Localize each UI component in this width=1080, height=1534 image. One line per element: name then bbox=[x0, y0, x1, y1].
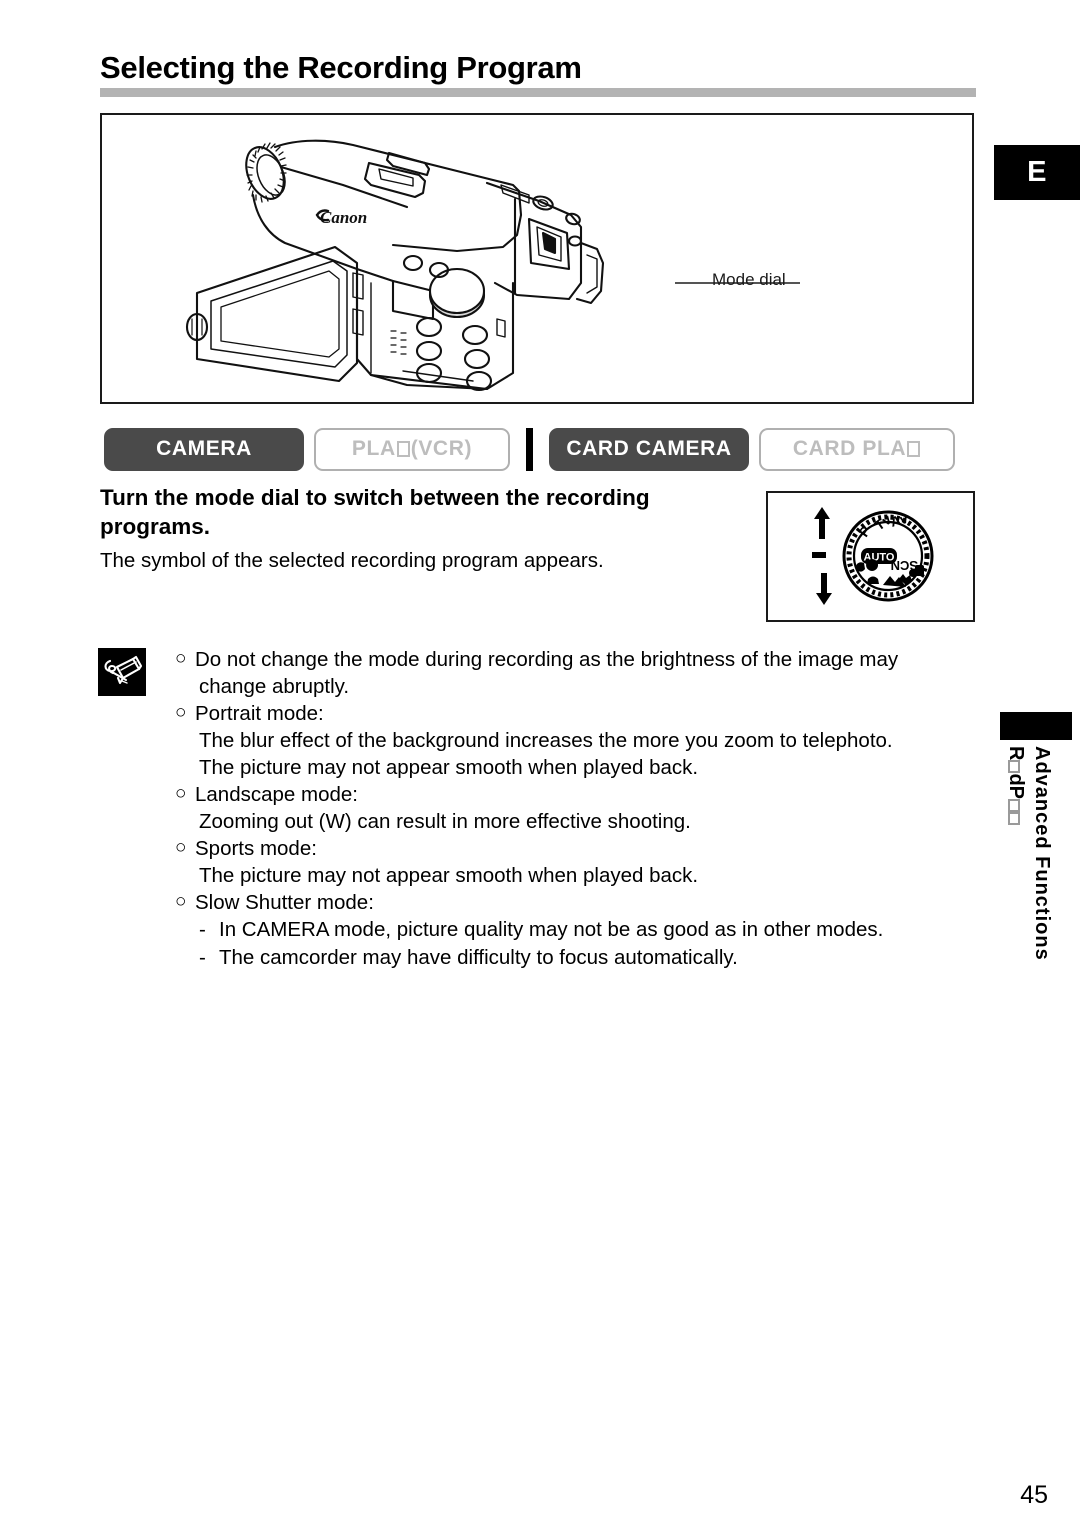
title-underline-rule bbox=[100, 88, 976, 97]
mode-tab-camera[interactable]: CAMERA bbox=[104, 427, 304, 471]
side-tab-sub-pre: R bbox=[1005, 746, 1027, 761]
callout-label-mode-dial: Mode dial bbox=[712, 270, 786, 289]
note-text: Do not change the mode during recording … bbox=[195, 648, 899, 671]
note-text: Landscape mode: bbox=[195, 783, 358, 807]
note-item: ○ Slow Shutter mode: - In CAMERA mode, p… bbox=[175, 889, 975, 970]
mode-tab-camera-label: CAMERA bbox=[156, 437, 252, 460]
side-tab-sub-label: RdP bbox=[1004, 746, 1027, 826]
note-item: ○ Landscape mode: Zooming out (W) can re… bbox=[175, 781, 975, 835]
camcorder-line-art-icon: Canon bbox=[185, 139, 605, 392]
missing-glyph-box-icon bbox=[1008, 812, 1020, 826]
side-tab-sub-mid: dP bbox=[1005, 773, 1027, 800]
note-bullet-icon: ○ bbox=[175, 648, 187, 669]
instruction-body: The symbol of the selected recording pro… bbox=[100, 548, 604, 572]
page-number: 45 bbox=[1020, 1481, 1048, 1509]
svg-text:Canon: Canon bbox=[320, 208, 367, 227]
note-text: The picture may not appear smooth when p… bbox=[199, 864, 699, 888]
mode-tab-play-vcr[interactable]: PLA (VCR) bbox=[314, 427, 510, 471]
note-bullet-icon: ○ bbox=[175, 783, 187, 805]
mode-tab-play-vcr-label-post: (VCR) bbox=[410, 437, 473, 460]
mode-tab-separator bbox=[526, 427, 533, 471]
note-text: Sports mode: bbox=[195, 837, 317, 861]
missing-glyph-box-icon bbox=[396, 441, 410, 457]
note-text: Portrait mode: bbox=[195, 702, 324, 726]
mode-dial-figure-frame: AUTO P Tv Av SCN bbox=[766, 491, 975, 622]
mode-tab-bar: CAMERA PLA (VCR) CARD CAMERA CARD PLA bbox=[104, 427, 976, 471]
note-bullet-icon: ○ bbox=[175, 702, 187, 724]
missing-glyph-box-icon bbox=[1008, 799, 1020, 813]
note-text: The blur effect of the background increa… bbox=[199, 729, 893, 753]
note-bullet-icon: ○ bbox=[175, 837, 187, 859]
side-section-tab: Advanced Functions RdP bbox=[1000, 712, 1072, 961]
memo-pencil-icon bbox=[98, 648, 146, 696]
note-text: The picture may not appear smooth when p… bbox=[199, 756, 699, 780]
mode-tab-card-camera[interactable]: CARD CAMERA bbox=[549, 427, 749, 471]
note-item: ○ Sports mode: The picture may not appea… bbox=[175, 835, 975, 889]
page-header: Selecting the Recording Program bbox=[100, 50, 976, 85]
missing-glyph-box-icon bbox=[907, 441, 921, 457]
note-item: ○ Portrait mode: The blur effect of the … bbox=[175, 700, 975, 781]
side-tab-main-label: Advanced Functions bbox=[1031, 746, 1053, 961]
note-dash-marker: - bbox=[199, 918, 206, 942]
note-item: ○ Do not change the mode during recordin… bbox=[175, 646, 975, 700]
mode-tab-card-play[interactable]: CARD PLA bbox=[759, 427, 955, 471]
side-tab-text-group: Advanced Functions RdP bbox=[1000, 746, 1072, 961]
side-tab-black-bar bbox=[1000, 712, 1072, 740]
missing-glyph-box-icon bbox=[1008, 760, 1020, 774]
note-text: The camcorder may have difficulty to foc… bbox=[219, 945, 738, 969]
mode-tab-card-play-label-pre: CARD PLA bbox=[792, 437, 907, 460]
mode-tab-play-vcr-label-pre: PLA bbox=[351, 437, 396, 460]
notes-list: ○ Do not change the mode during recordin… bbox=[175, 646, 975, 971]
note-text: In CAMERA mode, picture quality may not … bbox=[219, 918, 884, 942]
note-dash-marker: - bbox=[199, 945, 206, 969]
instruction-block: Turn the mode dial to switch between the… bbox=[100, 484, 745, 574]
note-text: change abruptly. bbox=[199, 675, 350, 699]
mode-tab-card-camera-label: CARD CAMERA bbox=[566, 437, 732, 460]
language-badge: E bbox=[994, 145, 1080, 200]
note-text: Slow Shutter mode: bbox=[195, 891, 374, 915]
note-text: Zooming out (W) can result in more effec… bbox=[199, 810, 691, 834]
camcorder-illustration-frame: Canon Mode dial bbox=[100, 113, 974, 404]
note-bullet-icon: ○ bbox=[175, 891, 187, 913]
page-title: Selecting the Recording Program bbox=[100, 50, 582, 85]
mode-dial-diagram-icon: AUTO P Tv Av SCN bbox=[812, 507, 934, 605]
instruction-heading: Turn the mode dial to switch between the… bbox=[100, 485, 650, 539]
